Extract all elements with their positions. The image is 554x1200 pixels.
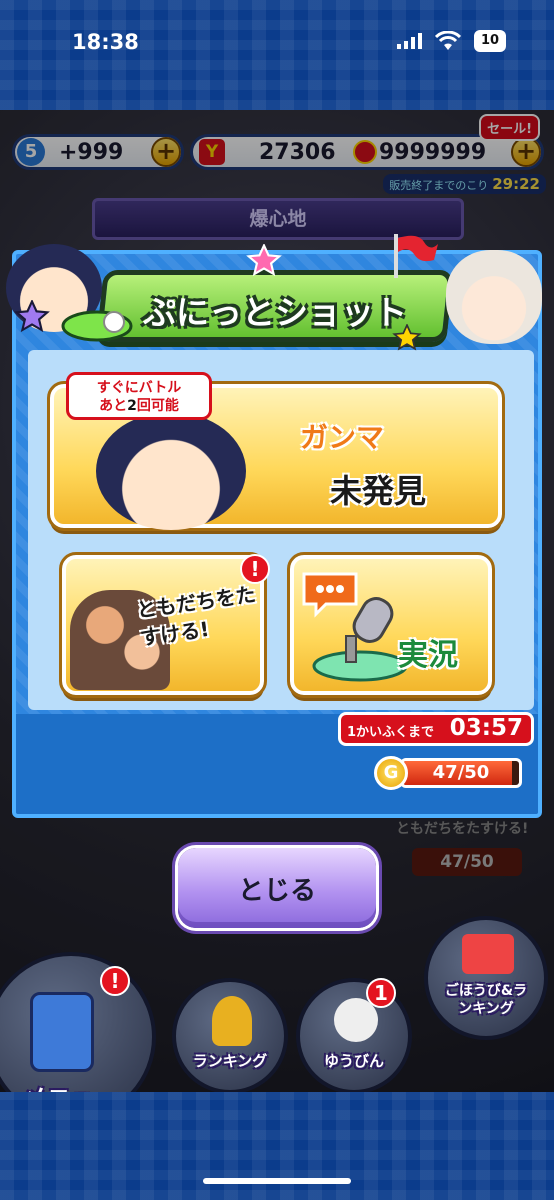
- live-commentary-label: 実況: [398, 638, 458, 673]
- wifi-icon: [435, 31, 461, 50]
- recover-timer: 1かいふくまで 03:57: [338, 712, 534, 746]
- reward-label: ごほうび&ランキング: [444, 983, 528, 1017]
- star-icon: [14, 300, 50, 333]
- menu-label: メニュー: [0, 1078, 152, 1092]
- gamma-character-icon: [96, 412, 246, 530]
- home-indicator[interactable]: [203, 1178, 351, 1184]
- reward-ranking-button[interactable]: ごほうび&ランキング: [424, 916, 548, 1040]
- recover-time: 03:57: [449, 715, 523, 741]
- battery-indicator: 10: [474, 30, 506, 52]
- ranking-label: ランキング: [192, 1052, 268, 1070]
- recover-label: 1かいふくまで: [347, 725, 435, 740]
- microphone-icon: [302, 572, 408, 682]
- gift-icon: [462, 934, 514, 974]
- right-character-avatar: [446, 250, 542, 344]
- status-time: 18:38: [72, 30, 139, 54]
- ranking-button[interactable]: ランキング: [172, 978, 288, 1092]
- trophy-icon: [212, 996, 252, 1046]
- battle-count-badge: すぐにバトル あと2回可能: [66, 372, 212, 420]
- friends-alert-badge: !: [240, 554, 270, 584]
- close-button[interactable]: とじる: [178, 848, 376, 928]
- g-coin-icon: G: [374, 756, 408, 790]
- badge-pre: あと: [99, 398, 128, 414]
- badge-line1: すぐにバトル: [96, 380, 182, 396]
- gamma-status: 未発見: [330, 472, 427, 510]
- flag-icon: [394, 234, 438, 278]
- mail-count-badge: 1: [366, 978, 396, 1008]
- signal-icon: [397, 33, 422, 49]
- gamma-name: ガンマ: [300, 421, 385, 454]
- shot-gauge: 47/50: [400, 758, 522, 788]
- gauge-text: 47/50: [432, 762, 490, 783]
- star-icon: [392, 324, 422, 351]
- badge-post: 回可能: [136, 398, 179, 414]
- menu-alert-badge: !: [100, 966, 130, 996]
- star-icon: [246, 244, 282, 277]
- mail-button[interactable]: ゆうびん 1: [296, 978, 412, 1092]
- badge-line2: あと2回可能: [69, 397, 209, 415]
- mail-label: ゆうびん: [323, 1052, 384, 1070]
- ball-icon: [61, 310, 133, 342]
- status-bar: 18:38 10: [0, 0, 554, 80]
- badge-count: 2: [127, 398, 137, 414]
- menu-character-icon: [30, 992, 94, 1072]
